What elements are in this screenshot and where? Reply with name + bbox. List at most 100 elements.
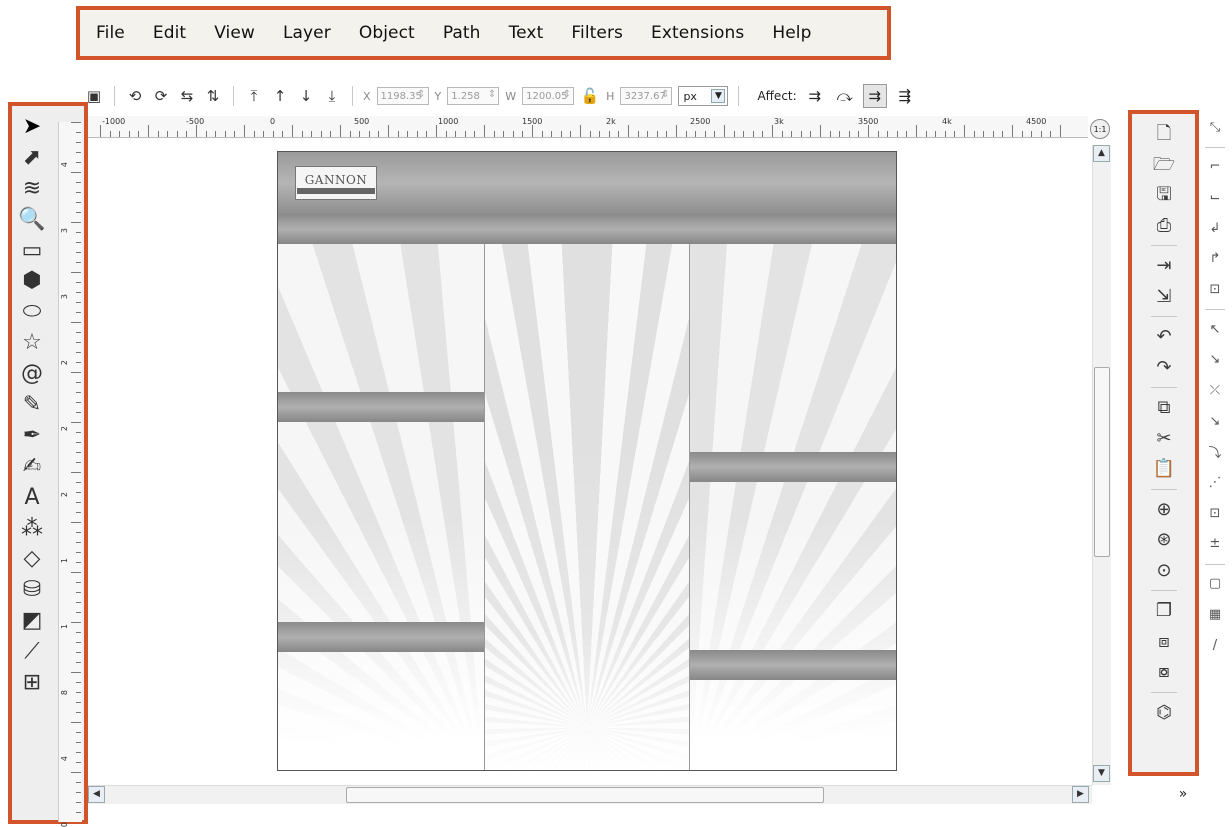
h-field[interactable]: 3237.67 <box>620 87 673 105</box>
snap-nodes-icon[interactable]: ↖ <box>1204 318 1226 340</box>
snap-object-centers-icon[interactable]: ⊡ <box>1204 502 1226 524</box>
unit-select[interactable]: px ▼ <box>678 86 729 106</box>
paint-bucket-tool-icon[interactable]: ⛁ <box>17 575 47 605</box>
w-field[interactable]: 1200.05 <box>522 87 575 105</box>
scroll-right-icon[interactable]: ▶ <box>1072 786 1089 803</box>
connector-tool-icon[interactable]: ⊞ <box>17 668 47 698</box>
more-commands-icon[interactable]: » <box>1168 786 1198 806</box>
lower-to-bottom-icon[interactable]: ⤓ <box>322 86 342 106</box>
menu-path[interactable]: Path <box>443 23 481 43</box>
text-tool-icon[interactable]: A <box>17 483 47 513</box>
eraser-tool-icon[interactable]: ◇ <box>17 544 47 574</box>
pen-tool-icon[interactable]: ✒ <box>17 421 47 451</box>
ellipse-tool-icon[interactable]: ⬭ <box>17 297 47 327</box>
redo-icon[interactable]: ↷ <box>1150 354 1178 382</box>
document-page[interactable]: GANNON <box>277 151 897 771</box>
duplicate-icon[interactable]: ❐ <box>1150 597 1178 625</box>
snap-cusp-nodes-icon[interactable]: ↘ <box>1204 410 1226 432</box>
vertical-scrollbar[interactable]: ▲ ▼ <box>1092 145 1111 785</box>
ruler-label: 1500 <box>522 117 543 126</box>
x-field[interactable]: 1198.35 <box>376 87 429 105</box>
menu-filters[interactable]: Filters <box>571 23 623 43</box>
zoom-tool-icon[interactable]: 🔍 <box>17 205 47 235</box>
copy-icon[interactable]: ⧉ <box>1150 394 1178 422</box>
ruler-tick <box>954 131 956 137</box>
menu-help[interactable]: Help <box>772 23 811 43</box>
menu-extensions[interactable]: Extensions <box>651 23 744 43</box>
raise-icon[interactable]: ↑ <box>270 86 290 106</box>
menu-edit[interactable]: Edit <box>153 23 186 43</box>
import-icon[interactable]: ⇥ <box>1150 252 1178 280</box>
lower-icon[interactable]: ↓ <box>296 86 316 106</box>
y-field[interactable]: 1.258 <box>447 87 500 105</box>
scroll-up-icon[interactable]: ▲ <box>1093 145 1110 162</box>
snap-bbox-centers-icon[interactable]: ⊡ <box>1204 278 1226 300</box>
dropper-tool-icon[interactable]: ⟋ <box>17 637 47 667</box>
zoom-1-1-button[interactable]: 1:1 <box>1090 119 1110 139</box>
snap-bbox-corners-icon[interactable]: ↲ <box>1204 217 1226 239</box>
snap-bbox-midpoints-icon[interactable]: ↱ <box>1204 248 1226 270</box>
star-tool-icon[interactable]: ☆ <box>17 328 47 358</box>
horizontal-scrollbar[interactable]: ◀ ▶ <box>88 785 1092 804</box>
print-icon[interactable]: ⎙ <box>1150 212 1178 240</box>
node-tool-icon[interactable]: ⬈ <box>17 143 47 173</box>
zoom-selection-icon[interactable]: ⊕ <box>1150 496 1178 524</box>
snap-page-border-icon[interactable]: ▢ <box>1204 573 1226 595</box>
rotate-ccw-icon[interactable]: ⟲ <box>125 86 145 106</box>
snap-toggle-icon[interactable]: ⤡ <box>1204 116 1226 138</box>
ruler-tick <box>1040 131 1042 137</box>
menu-object[interactable]: Object <box>359 23 415 43</box>
selector-tool-icon[interactable]: ➤ <box>17 112 47 142</box>
scale-corners-icon[interactable]: ⤼ <box>833 84 857 108</box>
snap-grid-icon[interactable]: ▦ <box>1204 603 1226 625</box>
zoom-drawing-icon[interactable]: ⊛ <box>1150 526 1178 554</box>
rotate-cw-icon[interactable]: ⟳ <box>151 86 171 106</box>
spiral-tool-icon[interactable]: @ <box>17 359 47 389</box>
snap-guides-icon[interactable]: / <box>1204 634 1226 656</box>
menu-layer[interactable]: Layer <box>283 23 331 43</box>
transform-patterns-icon[interactable]: ⇶ <box>893 84 917 108</box>
new-document-icon[interactable]: 🗋 <box>1150 120 1178 148</box>
scroll-down-icon[interactable]: ▼ <box>1093 765 1110 782</box>
ruler-tick <box>570 131 572 137</box>
gradient-tool-icon[interactable]: ◩ <box>17 606 47 636</box>
pencil-tool-icon[interactable]: ✎ <box>17 390 47 420</box>
open-file-icon[interactable]: 🗁 <box>1150 151 1178 179</box>
vertical-scroll-thumb[interactable] <box>1094 367 1110 557</box>
raise-to-top-icon[interactable]: ⤒ <box>244 86 264 106</box>
snap-path-intersections-icon[interactable]: ⤫ <box>1204 380 1226 402</box>
rectangle-tool-icon[interactable]: ▭ <box>17 236 47 266</box>
xml-editor-icon[interactable]: ⌬ <box>1150 699 1178 727</box>
flip-horizontal-icon[interactable]: ⇆ <box>177 86 197 106</box>
calligraphy-tool-icon[interactable]: ✍ <box>17 452 47 482</box>
unlink-clone-icon[interactable]: ⧇ <box>1150 658 1178 686</box>
transform-gradients-icon[interactable]: ⇉ <box>862 84 887 108</box>
drawing-canvas[interactable]: GANNON <box>88 138 1088 783</box>
clone-icon[interactable]: ⧈ <box>1150 628 1178 656</box>
flip-vertical-icon[interactable]: ⇅ <box>203 86 223 106</box>
snap-bbox-edges-icon[interactable]: ⌙ <box>1204 186 1226 208</box>
zoom-page-icon[interactable]: ⊙ <box>1150 557 1178 585</box>
scroll-left-icon[interactable]: ◀ <box>88 786 105 803</box>
scale-stroke-icon[interactable]: ⇉ <box>803 84 827 108</box>
snap-bbox-icon[interactable]: ⌐ <box>1204 156 1226 178</box>
snap-paths-icon[interactable]: ↘ <box>1204 349 1226 371</box>
lock-proportions-icon[interactable]: 🔓 <box>580 86 600 106</box>
menu-file[interactable]: File <box>96 23 125 43</box>
save-icon[interactable]: 🖫 <box>1150 181 1178 209</box>
export-icon[interactable]: ⇲ <box>1150 283 1178 311</box>
cut-icon[interactable]: ✂ <box>1150 425 1178 453</box>
snap-smooth-nodes-icon[interactable]: ⤵ <box>1204 441 1226 463</box>
ruler-tick <box>368 131 370 137</box>
menu-view[interactable]: View <box>214 23 255 43</box>
3d-box-tool-icon[interactable]: ⬢ <box>17 266 47 296</box>
tweak-tool-icon[interactable]: ≋ <box>17 174 47 204</box>
snap-rotation-centers-icon[interactable]: ± <box>1204 533 1226 555</box>
menu-text[interactable]: Text <box>509 23 544 43</box>
spray-tool-icon[interactable]: ⁂ <box>17 514 47 544</box>
ruler-tick <box>743 131 745 137</box>
undo-icon[interactable]: ↶ <box>1150 323 1178 351</box>
paste-icon[interactable]: 📋 <box>1150 455 1178 483</box>
horizontal-scroll-thumb[interactable] <box>346 787 824 803</box>
snap-midpoints-icon[interactable]: ⋰ <box>1204 472 1226 494</box>
